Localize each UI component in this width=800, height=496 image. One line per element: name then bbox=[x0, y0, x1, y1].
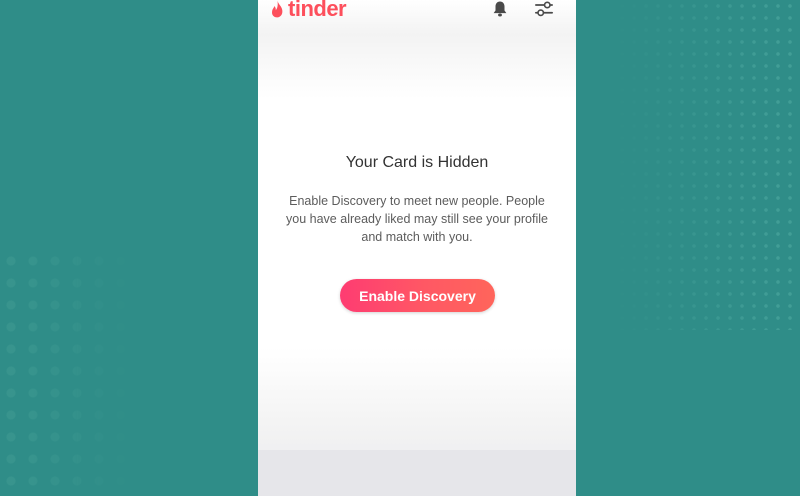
bottom-bar bbox=[258, 450, 576, 496]
card-hidden-title: Your Card is Hidden bbox=[345, 154, 489, 171]
tinder-logo[interactable]: tinder bbox=[270, 0, 347, 21]
card-hidden-description: Enable Discovery to meet new people. Peo… bbox=[286, 194, 548, 244]
flame-icon bbox=[272, 0, 283, 18]
screen: tinder Your Card is Hidden Enable Discov… bbox=[0, 0, 800, 496]
top-bar: tinder bbox=[258, 0, 576, 22]
brand-wordmark: tinder bbox=[288, 0, 347, 21]
sliders-icon[interactable] bbox=[534, 0, 554, 18]
bell-icon[interactable] bbox=[491, 0, 509, 18]
enable-discovery-button[interactable]: Enable Discovery bbox=[340, 279, 495, 312]
phone-screen: tinder Your Card is Hidden Enable Discov… bbox=[258, 0, 576, 496]
background-dot-pattern-left bbox=[0, 250, 150, 496]
background-dot-pattern-right bbox=[580, 0, 800, 330]
